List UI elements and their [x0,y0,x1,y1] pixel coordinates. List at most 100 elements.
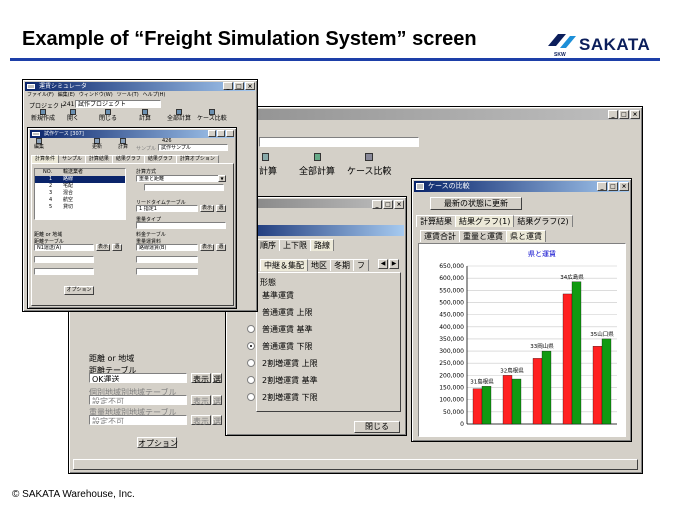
sim-toolbar-button[interactable]: 新規作成 [31,109,55,122]
case-region-field[interactable] [34,256,94,263]
menu-item[interactable]: 編集(E) [58,91,75,99]
case-maximize-button[interactable] [217,130,225,137]
refresh-button[interactable]: 最新の状態に更新 [430,197,522,210]
case-tool-button[interactable]: 更新 [92,138,102,150]
route-maximize-button[interactable]: □ [383,200,393,209]
sim-toolbar-button[interactable]: 全部計算 [167,109,191,122]
tab-result-graph-1[interactable]: 結果グラフ(1) [455,215,515,227]
tab-order[interactable]: 順序 [256,239,280,251]
case-tool-button[interactable]: 編集 [34,138,44,150]
calc-option-field[interactable] [144,184,224,191]
route-option-radio[interactable] [247,359,255,367]
subtab-winter[interactable]: 冬期 [330,259,354,271]
tab-limits[interactable]: 上下限 [279,239,311,251]
compare-maximize-button[interactable]: □ [608,182,618,191]
case-tab[interactable]: 計算条件 [31,155,60,163]
case-distance-show-button[interactable]: 表示 [96,244,110,251]
region-edit-button[interactable]: 選 [212,395,222,406]
close-dialog-button[interactable]: 閉じる [354,421,400,433]
case-tab[interactable]: 計算結果 [84,155,113,163]
subtab-relay[interactable]: 中継＆集配 [260,259,308,271]
sim-toolbar-button[interactable]: ケース比較 [197,109,227,122]
route-option-radio[interactable] [247,393,255,401]
route-close-x-button[interactable]: × [394,200,404,209]
main-toolbar-calc-all[interactable]: 全部計算 [299,153,335,177]
close-button[interactable]: × [630,110,640,119]
leadtime-edit-button[interactable]: 選 [216,205,226,212]
grid-row[interactable]: 5 貸切 [35,204,125,211]
region-show-button[interactable]: 表示 [191,395,211,406]
main-toolbar-calc[interactable]: 計算 [259,153,277,177]
main-project-field[interactable] [259,137,419,147]
grid-row[interactable]: 1 路線 [35,176,125,183]
fare-field-3[interactable] [136,268,198,275]
tab-scroll-left-icon[interactable]: ◀ [378,259,388,269]
distance-table-field[interactable]: OK運送 [89,373,187,383]
case-distance-field[interactable]: N1運送(A) [34,244,94,251]
leadtime-field[interactable]: 1 指定1 [136,205,198,212]
distance-edit-button[interactable]: 選 [212,373,222,384]
fare-field-2[interactable] [136,256,198,263]
maximize-button[interactable]: □ [619,110,629,119]
route-minimize-button[interactable]: _ [372,200,382,209]
grid-row[interactable]: 3 混合 [35,190,125,197]
route-option-label[interactable]: 2割増運賃 上限 [262,358,318,369]
menu-item[interactable]: ツール(T) [117,91,139,99]
case-option-button[interactable]: オプション [64,286,94,295]
sim-close-button[interactable]: × [245,82,255,90]
subtab-district[interactable]: 地区 [307,259,331,271]
weight-edit-button[interactable]: 選 [212,415,222,426]
project-name-field[interactable]: 試作プロジェクト [75,100,161,108]
weight-show-button[interactable]: 表示 [191,415,211,426]
grid-row[interactable]: 2 宅配 [35,183,125,190]
route-option-label[interactable]: 普通運賃 上限 [262,307,313,318]
route-option-radio[interactable] [247,342,255,350]
route-option-label[interactable]: 普通運賃 下限 [262,341,313,352]
menu-item[interactable]: ウィンドウ(W) [79,91,113,99]
sim-toolbar-button[interactable]: 閉じる [99,109,117,122]
region-table-field[interactable]: 設定不可 [89,395,187,405]
distance-show-button[interactable]: 表示 [191,373,211,384]
fare-field[interactable]: 路線運賃(B) [136,244,198,251]
grid-row[interactable]: 4 航空 [35,197,125,204]
route-option-label[interactable]: 基準運賃 [262,290,294,301]
case-close-button[interactable] [226,130,234,137]
tab-scroll-right-icon[interactable]: ▶ [389,259,399,269]
route-option-label[interactable]: 普通運賃 基準 [262,324,313,335]
case-tab[interactable]: 計算オプション [175,155,219,163]
calc-method-dropdown-icon[interactable]: ▼ [218,175,226,182]
main-option-button[interactable]: オプション [137,437,178,448]
route-option-label[interactable]: 2割増運賃 下限 [262,392,318,403]
subtab-weight-fare[interactable]: 重量と運賃 [459,230,507,242]
subtab-more[interactable]: フ [353,259,369,271]
tab-result-graph-2[interactable]: 結果グラフ(2) [513,215,573,227]
case-tab[interactable]: 結果グラフ [111,155,145,163]
menu-item[interactable]: ファイル(F) [27,91,54,99]
weight-table-field[interactable]: 設定不可 [89,415,187,425]
minimize-button[interactable]: _ [608,110,618,119]
leadtime-show-button[interactable]: 表示 [200,205,214,212]
sim-maximize-button[interactable]: □ [234,82,244,90]
route-option-radio[interactable] [247,376,255,384]
menu-item[interactable]: ヘルプ(H) [143,91,166,99]
case-minimize-button[interactable] [208,130,216,137]
sim-toolbar-button[interactable]: 計算 [139,109,151,122]
fare-show-button[interactable]: 表示 [200,244,214,251]
fare-edit-button[interactable]: 選 [216,244,226,251]
subtab-prefecture-fare[interactable]: 県と運賃 [506,230,546,242]
case-weight-field[interactable] [34,268,94,275]
case-distance-edit-button[interactable]: 選 [112,244,122,251]
compare-close-button[interactable]: × [619,182,629,191]
tab-calc-result[interactable]: 計算結果 [416,215,456,227]
main-toolbar-compare[interactable]: ケース比較 [347,153,392,177]
weight-type-field[interactable] [136,222,226,229]
route-option-radio[interactable] [247,325,255,333]
route-option-label[interactable]: 2割増運賃 基準 [262,375,318,386]
calc-method-select[interactable]: 重量と距離 [136,175,226,182]
case-tool-button[interactable]: 計算 [118,138,128,150]
case-tab[interactable]: サンプル [58,155,86,163]
subtab-fare-total[interactable]: 運賃合計 [420,230,460,242]
compare-minimize-button[interactable]: _ [597,182,607,191]
sim-toolbar-button[interactable]: 開く [67,109,79,122]
sim-minimize-button[interactable]: _ [223,82,233,90]
